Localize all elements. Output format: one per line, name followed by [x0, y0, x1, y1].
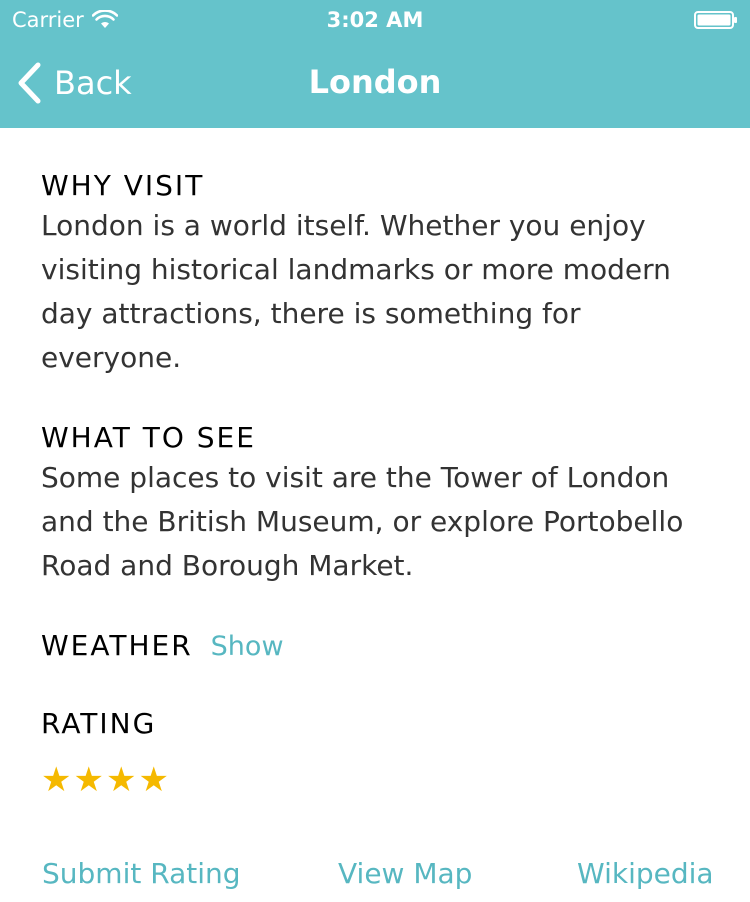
view-map-button[interactable]: View Map — [338, 854, 472, 894]
star-icon: ★ — [138, 760, 169, 800]
weather-section: WEATHER Show — [41, 628, 711, 664]
star-icon: ★ — [41, 760, 72, 800]
action-bar: Submit Rating View Map Wikipedia — [0, 854, 750, 898]
weather-show-link[interactable]: Show — [211, 631, 284, 662]
status-bar: Carrier 3:02 AM — [0, 0, 750, 40]
why-visit-section: WHY VISIT London is a world itself. Whet… — [41, 168, 711, 380]
status-time: 3:02 AM — [326, 8, 424, 32]
navigation-bar: Back London — [0, 40, 750, 128]
star-icon: ★ — [73, 760, 104, 800]
why-visit-text: London is a world itself. Whether you en… — [41, 209, 671, 374]
what-to-see-heading: WHAT TO SEE — [41, 421, 256, 454]
battery-icon — [694, 11, 737, 29]
rating-section: RATING ★ ★ ★ ★ — [41, 706, 711, 798]
what-to-see-text: Some places to visit are the Tower of Lo… — [41, 461, 684, 582]
star-rating: ★ ★ ★ ★ — [41, 762, 711, 798]
star-icon: ★ — [105, 760, 137, 800]
what-to-see-section: WHAT TO SEE Some places to visit are the… — [41, 420, 711, 588]
why-visit-heading: WHY VISIT — [41, 169, 205, 202]
page-title: London — [308, 63, 442, 101]
weather-heading: WEATHER — [41, 629, 193, 662]
wikipedia-button[interactable]: Wikipedia — [577, 854, 714, 894]
rating-heading: RATING — [41, 707, 157, 740]
submit-rating-button[interactable]: Submit Rating — [42, 854, 241, 894]
